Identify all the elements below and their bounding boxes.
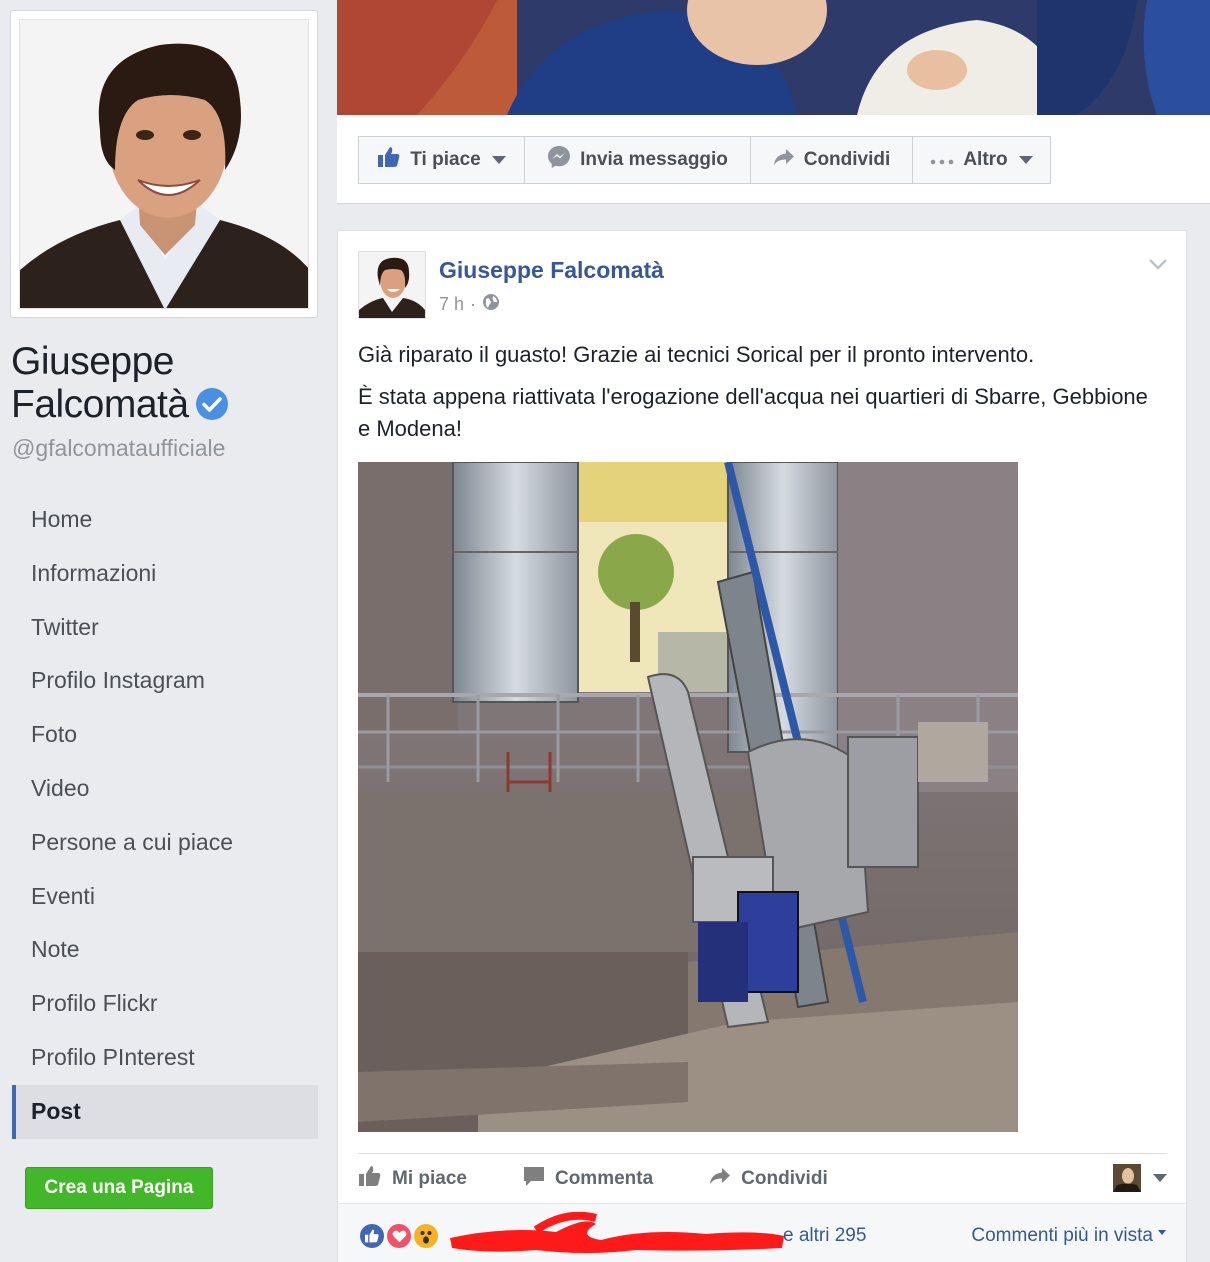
love-reaction-icon xyxy=(385,1222,413,1250)
share-arrow-icon xyxy=(709,1167,731,1191)
sidebar-item-post[interactable]: Post xyxy=(12,1084,318,1139)
page-like-label: Ti piace xyxy=(410,149,481,170)
sort-comments-label: Commenti più in vista xyxy=(971,1225,1153,1246)
messenger-icon xyxy=(547,145,571,175)
sidebar-item-eventi[interactable]: Eventi xyxy=(12,870,318,924)
sidebar-item-foto[interactable]: Foto xyxy=(12,708,318,762)
chevron-down-icon xyxy=(491,156,506,164)
sidebar-item-pinterest[interactable]: Profilo PInterest xyxy=(12,1031,318,1085)
like-reaction-icon xyxy=(358,1222,386,1250)
sidebar-item-persone[interactable]: Persone a cui piace xyxy=(12,816,318,870)
post-timestamp[interactable]: 7 h xyxy=(439,294,464,315)
sidebar-nav: Home Informazioni Twitter Profilo Instag… xyxy=(12,493,318,1139)
page-share-button[interactable]: Condividi xyxy=(750,136,913,184)
sidebar-item-video[interactable]: Video xyxy=(12,762,318,816)
page-title: Giuseppe Falcomatà xyxy=(11,340,311,426)
post-message: Già riparato il guasto! Grazie ai tecnic… xyxy=(358,339,1158,455)
page-title-line2: Falcomatà xyxy=(11,383,189,426)
page-share-label: Condividi xyxy=(803,149,891,170)
page-like-button[interactable]: Ti piace xyxy=(358,136,525,184)
post-photo[interactable] xyxy=(358,462,1018,1132)
post-comment-label: Commenta xyxy=(554,1167,654,1189)
comment-icon xyxy=(523,1165,545,1193)
share-arrow-icon xyxy=(773,148,795,172)
post-comment-button[interactable]: Commenta xyxy=(523,1165,653,1193)
reactions-summary: e altri 295 Commenti più in vista xyxy=(338,1203,1186,1262)
chevron-down-icon xyxy=(1153,1174,1167,1182)
user-avatar xyxy=(1113,1164,1141,1192)
create-page-button[interactable]: Crea una Pagina xyxy=(25,1167,213,1209)
post-share-button[interactable]: Condividi xyxy=(709,1167,828,1191)
sidebar-item-twitter[interactable]: Twitter xyxy=(12,601,318,655)
sidebar-item-note[interactable]: Note xyxy=(12,923,318,977)
post-options-chevron-icon[interactable] xyxy=(1148,257,1168,271)
post-as-selector[interactable] xyxy=(1113,1164,1167,1192)
post-message-p1: Già riparato il guasto! Grazie ai tecnic… xyxy=(358,342,1035,367)
more-label: Altro xyxy=(963,149,1008,170)
thumbs-up-icon xyxy=(358,1165,382,1193)
wow-reaction-icon xyxy=(412,1222,440,1250)
verified-badge-icon xyxy=(195,387,229,421)
post-card: Giuseppe Falcomatà 7 h · Già riparato il… xyxy=(337,230,1187,1262)
reactions-others-count[interactable]: e altri 295 xyxy=(783,1225,866,1247)
send-message-label: Invia messaggio xyxy=(580,149,728,170)
post-share-label: Condividi xyxy=(741,1167,828,1189)
reaction-icons[interactable] xyxy=(358,1222,440,1250)
ellipsis-icon xyxy=(930,149,954,171)
separator-dot: · xyxy=(470,294,477,314)
page-action-bar: Ti piace Invia messaggio Condividi Altro xyxy=(337,115,1210,204)
redaction-scribble xyxy=(446,1211,786,1258)
post-action-bar: Mi piace Commenta Condividi xyxy=(358,1153,1167,1203)
post-author-name[interactable]: Giuseppe Falcomatà xyxy=(439,257,664,284)
chevron-down-icon xyxy=(1018,156,1033,164)
send-message-button[interactable]: Invia messaggio xyxy=(524,136,751,184)
post-author-avatar[interactable] xyxy=(358,251,426,319)
sort-comments-dropdown[interactable]: Commenti più in vista xyxy=(971,1225,1166,1247)
globe-icon[interactable] xyxy=(482,293,500,316)
page-title-line1: Giuseppe xyxy=(11,340,174,383)
cover-photo[interactable] xyxy=(337,0,1210,115)
sidebar-item-flickr[interactable]: Profilo Flickr xyxy=(12,977,318,1031)
post-message-p2: È stata appena riattivata l'erogazione d… xyxy=(358,384,1148,441)
more-button[interactable]: Altro xyxy=(912,136,1051,184)
thumbs-up-icon xyxy=(377,146,401,174)
post-like-label: Mi piace xyxy=(392,1167,467,1189)
sidebar-item-informazioni[interactable]: Informazioni xyxy=(12,547,318,601)
sidebar-item-instagram[interactable]: Profilo Instagram xyxy=(12,654,318,708)
profile-picture xyxy=(19,19,309,309)
chevron-down-icon xyxy=(1158,1229,1166,1235)
sidebar-item-home[interactable]: Home xyxy=(12,493,318,547)
post-meta: 7 h · xyxy=(439,293,500,316)
post-like-button[interactable]: Mi piace xyxy=(358,1165,467,1193)
page-handle[interactable]: @gfalcomataufficiale xyxy=(12,435,225,462)
profile-picture-frame[interactable] xyxy=(10,10,318,318)
